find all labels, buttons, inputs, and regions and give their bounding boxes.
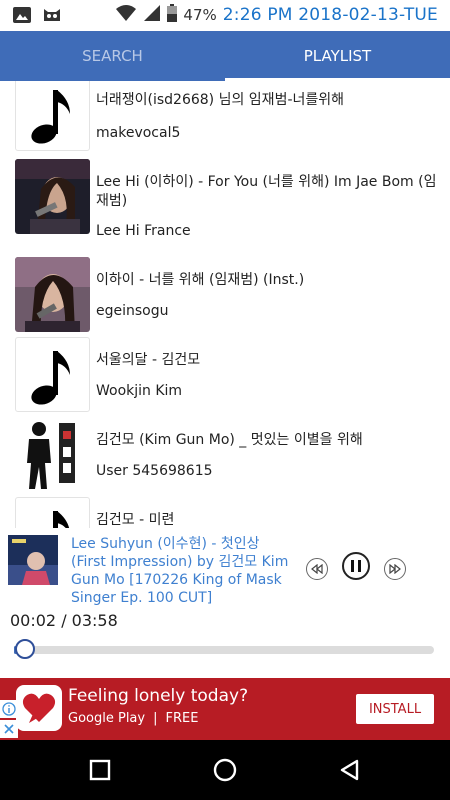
track-channel: Lee Hi France [96, 223, 191, 239]
install-button[interactable]: INSTALL [356, 694, 434, 724]
track-thumbnail [15, 81, 90, 151]
now-playing-panel: Lee Suhyun (이수현) - 첫인상 (First Impression… [0, 528, 450, 678]
heart-chat-icon [22, 693, 56, 723]
ad-app-icon[interactable] [16, 685, 62, 731]
track-thumbnail [15, 159, 90, 234]
ad-subline: Google Play | FREE [68, 711, 198, 726]
wifi-icon [115, 4, 137, 26]
artist-illustration [15, 417, 90, 492]
track-title: 너래쟁이(isd2668) 님의 임재범-너를위해 [96, 92, 345, 108]
track-title: Lee Hi (이하이) - For You (너를 위해) Im Jae Bo… [96, 174, 437, 209]
list-item[interactable]: 서울의달 - 김건모 Wookjin Kim [0, 337, 450, 417]
signal-icon [143, 4, 161, 26]
fast-forward-icon [389, 564, 401, 574]
music-note-icon [52, 510, 69, 528]
track-thumbnail [15, 497, 90, 528]
battery-percent: 47% [183, 6, 217, 24]
image-icon [12, 6, 32, 28]
track-thumbnail [15, 257, 90, 332]
singer-photo [15, 159, 90, 234]
track-thumbnail [15, 337, 90, 412]
pause-icon [351, 560, 361, 572]
track-channel: egeinsogu [96, 303, 169, 319]
list-item[interactable]: 김건모 - 미련 [0, 497, 450, 528]
pause-button[interactable] [342, 552, 370, 580]
recents-button[interactable] [85, 755, 115, 785]
tab-playlist[interactable]: PLAYLIST [225, 31, 450, 81]
tab-bar: SEARCH PLAYLIST [0, 31, 450, 81]
track-thumbnail [15, 417, 90, 492]
home-button[interactable] [210, 755, 240, 785]
playlist[interactable]: 너래쟁이(isd2668) 님의 임재범-너를위해 makevocal5 Lee… [0, 81, 450, 528]
ad-banner[interactable]: Feeling lonely today? Google Play | FREE… [0, 678, 450, 740]
track-title: 서울의달 - 김건모 [96, 352, 201, 368]
music-note-icon [30, 350, 70, 405]
list-item[interactable]: 김건모 (Kim Gun Mo) _ 멋있는 이별을 위해 User 54569… [0, 417, 450, 497]
status-bar: 47% 2:26 PM 2018-02-13-TUE [0, 0, 450, 31]
music-note-icon [30, 89, 70, 144]
battery-icon [167, 4, 178, 26]
fast-forward-button[interactable] [384, 558, 406, 580]
rewind-button[interactable] [306, 558, 328, 580]
ad-divider: | [153, 711, 158, 726]
now-playing-title[interactable]: Lee Suhyun (이수현) - 첫인상 (First Impression… [71, 535, 293, 607]
track-title: 김건모 - 미련 [96, 512, 175, 528]
list-item[interactable]: 이하이 - 너를 위해 (임재범) (Inst.) egeinsogu [0, 257, 450, 337]
clock-date: 2:26 PM 2018-02-13-TUE [222, 5, 438, 25]
singer-photo [15, 257, 90, 332]
cat-face-icon [42, 6, 62, 28]
track-title: 이하이 - 너를 위해 (임재범) (Inst.) [96, 272, 305, 288]
playback-time: 00:02 / 03:58 [10, 611, 118, 630]
ad-headline: Feeling lonely today? [68, 686, 249, 706]
list-item[interactable]: 너래쟁이(isd2668) 님의 임재범-너를위해 makevocal5 [0, 81, 450, 161]
track-channel: Wookjin Kim [96, 383, 183, 399]
track-channel: User 545698615 [96, 463, 213, 479]
back-button[interactable] [335, 755, 365, 785]
list-item[interactable]: Lee Hi (이하이) - For You (너를 위해) Im Jae Bo… [0, 159, 450, 239]
circle-icon [213, 758, 237, 782]
track-channel: makevocal5 [96, 125, 181, 141]
seek-handle[interactable] [15, 639, 36, 659]
tab-search[interactable]: SEARCH [0, 31, 225, 81]
rewind-icon [311, 564, 323, 574]
seek-bar[interactable] [14, 646, 434, 654]
ad-store-name: Google Play [68, 711, 146, 726]
ad-price: FREE [165, 711, 199, 726]
triangle-back-icon [340, 759, 359, 781]
square-icon [89, 759, 111, 781]
now-playing-artwork[interactable] [8, 535, 58, 585]
system-nav-bar [0, 740, 450, 800]
track-title: 김건모 (Kim Gun Mo) _ 멋있는 이별을 위해 [96, 432, 363, 448]
